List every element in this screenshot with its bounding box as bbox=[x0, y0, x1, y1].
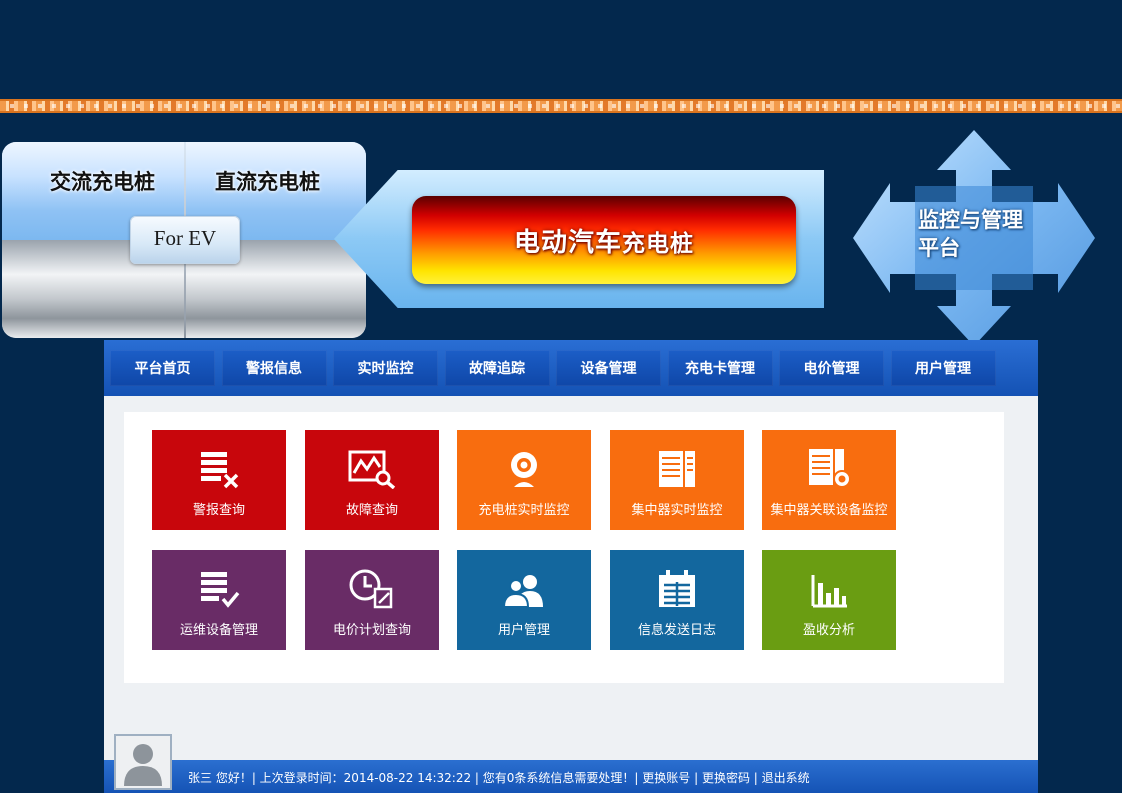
nav-user-management[interactable]: 用户管理 bbox=[890, 350, 996, 386]
tile-label: 用户管理 bbox=[497, 623, 550, 638]
tile-pile-realtime-monitor[interactable]: 充电桩实时监控 bbox=[457, 430, 591, 530]
checklist-icon bbox=[201, 572, 240, 608]
tile-alarm-query[interactable]: 警报查询 bbox=[152, 430, 286, 530]
tile-label: 电价计划查询 bbox=[332, 623, 411, 638]
decorative-band bbox=[0, 99, 1122, 113]
server-linked-icon bbox=[809, 449, 851, 488]
main-nav: 平台首页 警报信息 实时监控 故障追踪 设备管理 充电卡管理 电价管理 用户管理 bbox=[104, 340, 1038, 396]
server-rack-icon bbox=[659, 451, 695, 487]
charging-pile-types-box: 交流充电桩 直流充电桩 For EV bbox=[2, 142, 366, 338]
nav-home[interactable]: 平台首页 bbox=[110, 350, 215, 386]
tile-label: 警报查询 bbox=[192, 503, 245, 518]
tile-concentrator-monitor[interactable]: 集中器实时监控 bbox=[610, 430, 744, 530]
tile-label: 故障查询 bbox=[345, 503, 398, 518]
platform-label-line2: 平台 bbox=[918, 236, 960, 260]
tile-label: 运维设备管理 bbox=[179, 623, 258, 638]
nav-card-management[interactable]: 充电卡管理 bbox=[667, 350, 773, 386]
tile-label: 充电桩实时监控 bbox=[478, 503, 570, 518]
tile-label: 集中器实时监控 bbox=[631, 503, 723, 518]
fault-chart-search-icon bbox=[348, 450, 396, 489]
for-ev-badge: For EV bbox=[130, 216, 240, 264]
ev-title-small: 充电桩 bbox=[622, 230, 694, 257]
ac-pile-label: 交流充电桩 bbox=[50, 170, 155, 194]
nav-price-management[interactable]: 电价管理 bbox=[779, 350, 884, 386]
tile-label: 集中器关联设备监控 bbox=[770, 503, 888, 518]
tile-label: 信息发送日志 bbox=[637, 623, 716, 638]
platform-label-line1: 监控与管理 bbox=[918, 208, 1023, 232]
tile-label: 盈收分析 bbox=[802, 623, 855, 638]
ev-title-box: 电动汽车充电桩 bbox=[412, 196, 796, 284]
clock-edit-icon bbox=[349, 569, 393, 609]
bar-chart-icon bbox=[811, 575, 847, 608]
ev-title: 电动汽车充电桩 bbox=[514, 222, 694, 259]
status-bar-text: 张三 您好！| 上次登录时间：2014-08-22 14:32:22 | 您有0… bbox=[188, 771, 810, 785]
tile-maintenance-devices[interactable]: 运维设备管理 bbox=[152, 550, 286, 650]
tile-revenue-analysis[interactable]: 盈收分析 bbox=[762, 550, 896, 650]
calendar-log-icon bbox=[659, 570, 695, 607]
webcam-icon bbox=[511, 452, 537, 487]
nav-device-management[interactable]: 设备管理 bbox=[556, 350, 661, 386]
ev-title-main: 电动汽车 bbox=[513, 227, 622, 258]
tiles-card: 警报查询 故障查询 充电桩实时监控 集中器实时监控 集中器关联设备监控 运维设备… bbox=[124, 412, 1004, 683]
platform-label: 监控与管理 平台 bbox=[918, 206, 1023, 262]
tile-message-log[interactable]: 信息发送日志 bbox=[610, 550, 744, 650]
user-avatar-icon bbox=[124, 744, 162, 786]
nav-fault-tracking[interactable]: 故障追踪 bbox=[444, 350, 550, 386]
avatar[interactable] bbox=[114, 734, 172, 790]
alarm-list-icon bbox=[201, 452, 239, 489]
app-panel: 平台首页 警报信息 实时监控 故障追踪 设备管理 充电卡管理 电价管理 用户管理… bbox=[104, 340, 1038, 793]
tile-fault-query[interactable]: 故障查询 bbox=[305, 430, 439, 530]
tile-concentrator-device-monitor[interactable]: 集中器关联设备监控 bbox=[762, 430, 896, 530]
nav-realtime-monitor[interactable]: 实时监控 bbox=[333, 350, 438, 386]
tile-user-management[interactable]: 用户管理 bbox=[457, 550, 591, 650]
status-bar: 张三 您好！| 上次登录时间：2014-08-22 14:32:22 | 您有0… bbox=[104, 760, 1038, 793]
nav-alarm-info[interactable]: 警报信息 bbox=[221, 350, 327, 386]
users-icon bbox=[503, 575, 543, 608]
dc-pile-label: 直流充电桩 bbox=[215, 170, 320, 194]
tile-price-plan-query[interactable]: 电价计划查询 bbox=[305, 550, 439, 650]
